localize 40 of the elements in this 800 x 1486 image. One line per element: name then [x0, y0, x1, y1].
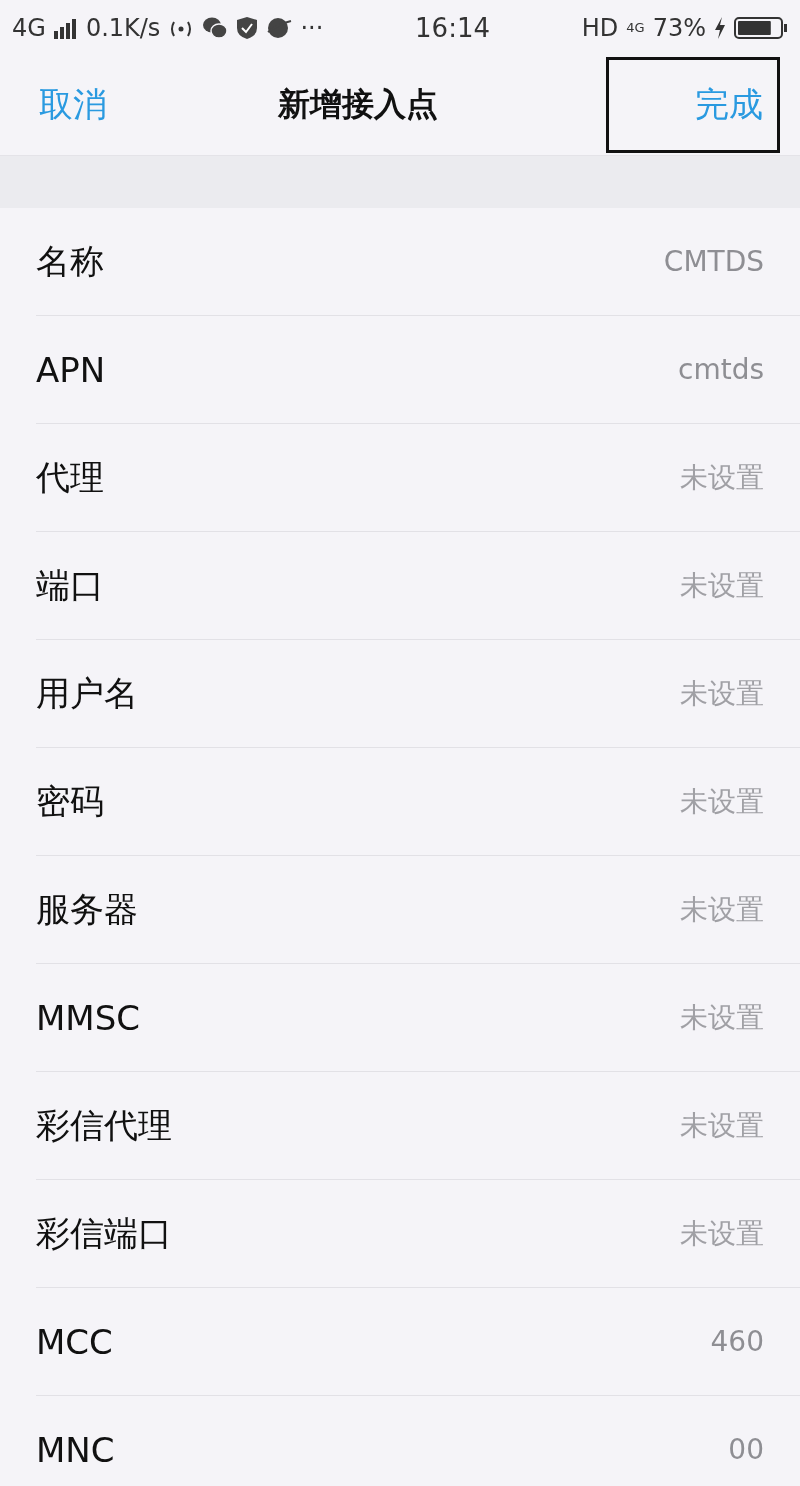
field-value[interactable]: 未设置 — [680, 566, 764, 605]
done-button[interactable]: 完成 — [606, 57, 780, 153]
network-text: 4G — [626, 20, 645, 35]
field-value[interactable]: 未设置 — [680, 890, 764, 929]
field-label: MMSC — [36, 997, 140, 1038]
field-label: 代理 — [36, 455, 104, 499]
field-label: APN — [36, 349, 106, 390]
field-value[interactable]: 460 — [710, 1325, 764, 1358]
time-text: 16:14 — [415, 12, 490, 43]
field-label: 用户名 — [36, 671, 138, 715]
planet-icon — [266, 15, 293, 40]
field-value[interactable]: 未设置 — [680, 1214, 764, 1253]
field-value[interactable]: CMTDS — [663, 245, 764, 278]
cancel-button[interactable]: 取消 — [36, 79, 110, 131]
field-label: 端口 — [36, 563, 104, 607]
field-value[interactable]: cmtds — [678, 353, 764, 386]
shield-icon — [236, 15, 259, 40]
page-title: 新增接入点 — [278, 84, 438, 125]
field-value[interactable]: 未设置 — [680, 458, 764, 497]
field-label: 服务器 — [36, 887, 138, 931]
field-label: 密码 — [36, 779, 104, 823]
field-label: 彩信端口 — [36, 1211, 172, 1255]
field-label: 彩信代理 — [36, 1103, 172, 1147]
speed-text: 0.1K/s — [85, 13, 161, 42]
field-value[interactable]: 00 — [728, 1433, 764, 1466]
field-value[interactable]: 未设置 — [680, 1106, 764, 1145]
signal-icon — [53, 16, 78, 39]
field-label: 名称 — [36, 239, 104, 283]
battery-text: 73% — [652, 13, 706, 42]
field-value[interactable]: 未设置 — [680, 998, 764, 1037]
hd-text: HD — [581, 13, 619, 42]
field-value[interactable]: 未设置 — [680, 674, 764, 713]
chat-icon — [202, 15, 229, 40]
field-value[interactable]: 未设置 — [680, 782, 764, 821]
battery-icon — [734, 15, 788, 40]
more-text: ··· — [300, 13, 324, 42]
network-text: 4G — [12, 13, 46, 42]
field-label: MCC — [36, 1321, 113, 1362]
field-label: MNC — [36, 1429, 115, 1470]
charging-icon — [714, 16, 726, 39]
